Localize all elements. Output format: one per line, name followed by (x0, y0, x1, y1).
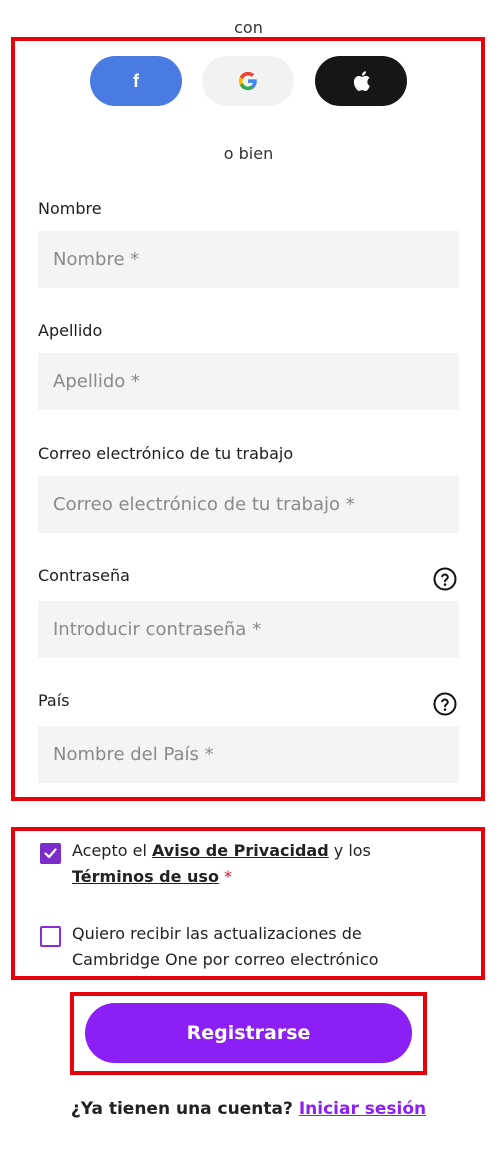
first-name-label: Nombre (38, 199, 102, 218)
register-button[interactable]: Registrarse (85, 1003, 412, 1063)
password-input[interactable] (38, 601, 459, 658)
newsletter-consent-text: Quiero recibir las actualizaciones de Ca… (72, 924, 379, 969)
con-label: con (234, 18, 263, 37)
country-help-icon[interactable] (433, 692, 457, 716)
facebook-icon: f (133, 70, 139, 91)
email-label: Correo electrónico de tu trabajo (38, 444, 294, 463)
privacy-checkbox[interactable] (40, 843, 61, 864)
privacy-prefix: Acepto el (72, 841, 152, 860)
password-help-icon[interactable] (433, 567, 457, 591)
privacy-notice-link[interactable]: Aviso de Privacidad (152, 841, 329, 860)
first-name-input[interactable] (38, 231, 459, 288)
country-input[interactable] (38, 726, 459, 783)
facebook-login-button[interactable]: f (90, 56, 182, 106)
apple-login-button[interactable] (315, 56, 407, 106)
checkmark-icon (44, 848, 57, 859)
email-input[interactable] (38, 476, 459, 533)
apple-icon (353, 71, 370, 91)
password-label: Contraseña (38, 566, 130, 585)
login-question: ¿Ya tienen una cuenta? (70, 1099, 293, 1119)
newsletter-checkbox[interactable] (40, 926, 61, 947)
privacy-consent-text: Acepto el Aviso de Privacidad y los Térm… (72, 838, 452, 890)
required-mark: * (224, 867, 233, 886)
privacy-middle: y los (328, 841, 371, 860)
terms-of-use-link[interactable]: Términos de uso (72, 867, 219, 886)
login-link[interactable]: Iniciar sesión (299, 1099, 426, 1119)
signup-page: con f o bien Nombre Apellido Correo elec… (0, 0, 497, 1153)
country-label: País (38, 691, 70, 710)
google-login-button[interactable] (202, 56, 294, 106)
login-prompt: ¿Ya tienen una cuenta? Iniciar sesión (0, 1099, 497, 1119)
google-icon (238, 71, 257, 91)
last-name-label: Apellido (38, 321, 103, 340)
last-name-input[interactable] (38, 353, 459, 410)
or-separator: o bien (223, 144, 274, 163)
